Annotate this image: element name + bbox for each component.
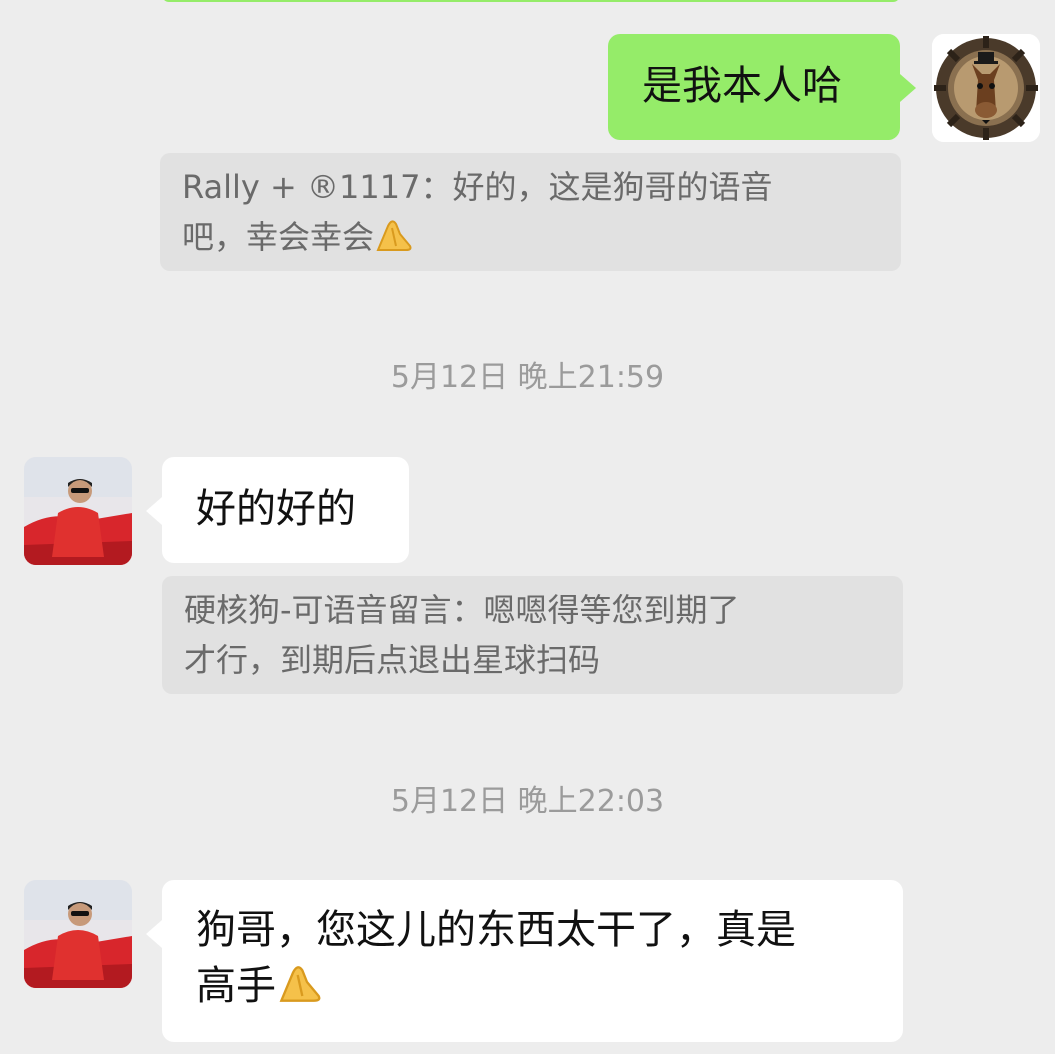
quote-line-2: 吧，幸会幸会	[182, 218, 375, 256]
bubble-tail	[146, 497, 162, 525]
quote-line-1: Rally + ®1117：好的，这是狗哥的语音	[182, 168, 773, 206]
message-line-2: 高手	[196, 963, 276, 1009]
self-avatar[interactable]	[932, 34, 1040, 142]
message-line-1: 狗哥，您这儿的东西太干了，真是	[196, 907, 796, 953]
quote-line-1: 硬核狗-可语音留言：嗯嗯得等您到期了	[184, 591, 740, 629]
outgoing-message-bubble[interactable]: 是我本人哈	[608, 34, 916, 140]
previous-message-bubble[interactable]	[162, 0, 900, 2]
folded-hands-emoji-icon	[374, 215, 414, 267]
horse-head-avatar-icon	[932, 34, 1040, 142]
incoming-message-bubble[interactable]: 好的好的	[146, 457, 409, 563]
incoming-message-bubble[interactable]: 狗哥，您这儿的东西太干了，真是 高手	[146, 880, 903, 1042]
message-text: 好的好的	[196, 486, 356, 532]
folded-hands-emoji-icon	[276, 961, 324, 1018]
bubble-tail	[900, 74, 916, 102]
person-photo-avatar-icon	[24, 457, 132, 565]
person-photo-avatar-icon	[24, 880, 132, 988]
quote-line-2: 才行，到期后点退出星球扫码	[184, 641, 601, 679]
timestamp: 5月12日 晚上21:59	[390, 360, 665, 395]
bubble-tail	[146, 920, 162, 948]
message-text: 是我本人哈	[642, 63, 842, 109]
quoted-message[interactable]: 硬核狗-可语音留言：嗯嗯得等您到期了 才行，到期后点退出星球扫码	[162, 576, 903, 694]
timestamp: 5月12日 晚上22:03	[390, 784, 665, 819]
contact-avatar[interactable]	[24, 457, 132, 565]
contact-avatar[interactable]	[24, 880, 132, 988]
quoted-message[interactable]: Rally + ®1117：好的，这是狗哥的语音 吧，幸会幸会	[160, 153, 901, 271]
